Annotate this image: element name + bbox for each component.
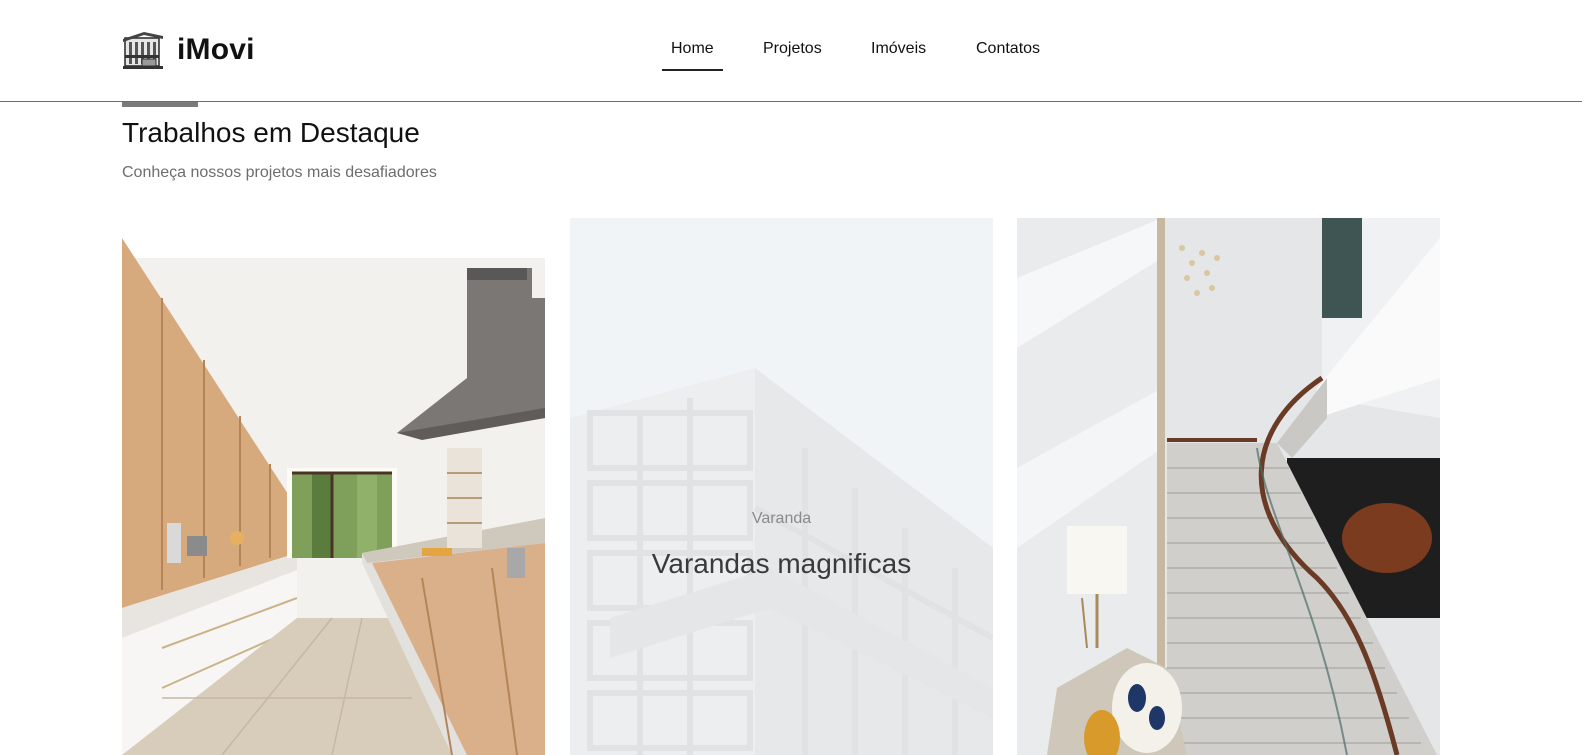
brand-name: iMovi <box>177 33 255 66</box>
card-title: Varandas magnificas <box>651 548 912 579</box>
building-icon <box>123 32 163 69</box>
project-card-varanda[interactable]: Varanda Varandas magnificas <box>570 218 993 755</box>
project-card-staircase[interactable] <box>1017 218 1440 755</box>
section-title: Trabalhos em Destaque <box>122 117 420 148</box>
kitchen-photo <box>122 218 545 755</box>
building-facade-photo <box>570 218 993 755</box>
nav-contatos[interactable]: Contatos <box>976 40 1040 58</box>
nav-imoveis[interactable]: Imóveis <box>871 40 926 58</box>
nav-projetos[interactable]: Projetos <box>763 40 822 58</box>
section-subtitle: Conheça nossos projetos mais desafiadore… <box>122 164 437 181</box>
staircase-lobby-photo <box>1017 218 1440 755</box>
site-header: iMovi Home Projetos Imóveis Contatos <box>0 0 1582 102</box>
section-accent-bar <box>122 102 198 107</box>
project-card-kitchen[interactable] <box>122 218 545 755</box>
brand[interactable]: iMovi <box>122 30 255 70</box>
nav-home[interactable]: Home <box>662 40 723 71</box>
card-category: Varanda <box>751 510 812 527</box>
